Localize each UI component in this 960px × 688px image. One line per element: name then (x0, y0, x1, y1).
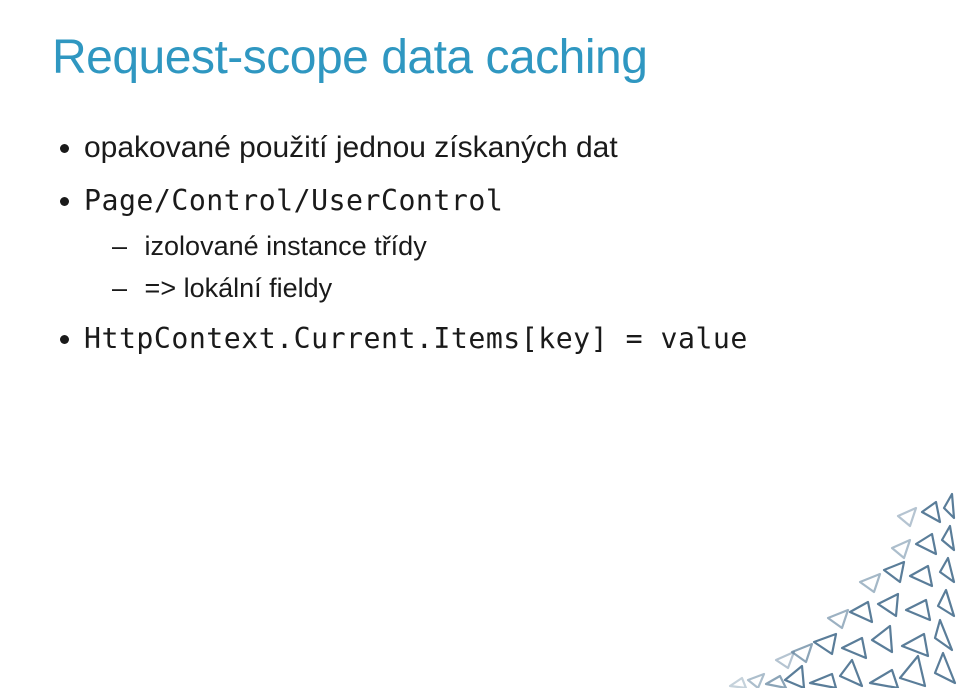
bullet-text: opakované použití jednou získaných dat (84, 131, 618, 164)
sub-text: izolované instance třídy (145, 231, 427, 261)
bullet-list: opakované použití jednou získaných dat P… (62, 125, 908, 362)
sub-list: izolované instance třídy => lokální fiel… (84, 226, 908, 310)
sub-text: => lokální fieldy (145, 273, 333, 303)
triangle-pattern-icon (540, 428, 960, 688)
bullet-code: Page/Control/UserControl (84, 184, 503, 217)
bullet-item: opakované použití jednou získaných dat (84, 125, 908, 172)
sub-item: => lokální fieldy (112, 268, 908, 310)
sub-item: izolované instance třídy (112, 226, 908, 268)
slide-title: Request-scope data caching (52, 30, 908, 85)
slide: Request-scope data caching opakované pou… (0, 0, 960, 688)
bullet-item: HttpContext.Current.Items[key] = value (84, 316, 908, 363)
bullet-code: HttpContext.Current.Items[key] = value (84, 322, 748, 355)
bullet-item: Page/Control/UserControl izolované insta… (84, 178, 908, 310)
